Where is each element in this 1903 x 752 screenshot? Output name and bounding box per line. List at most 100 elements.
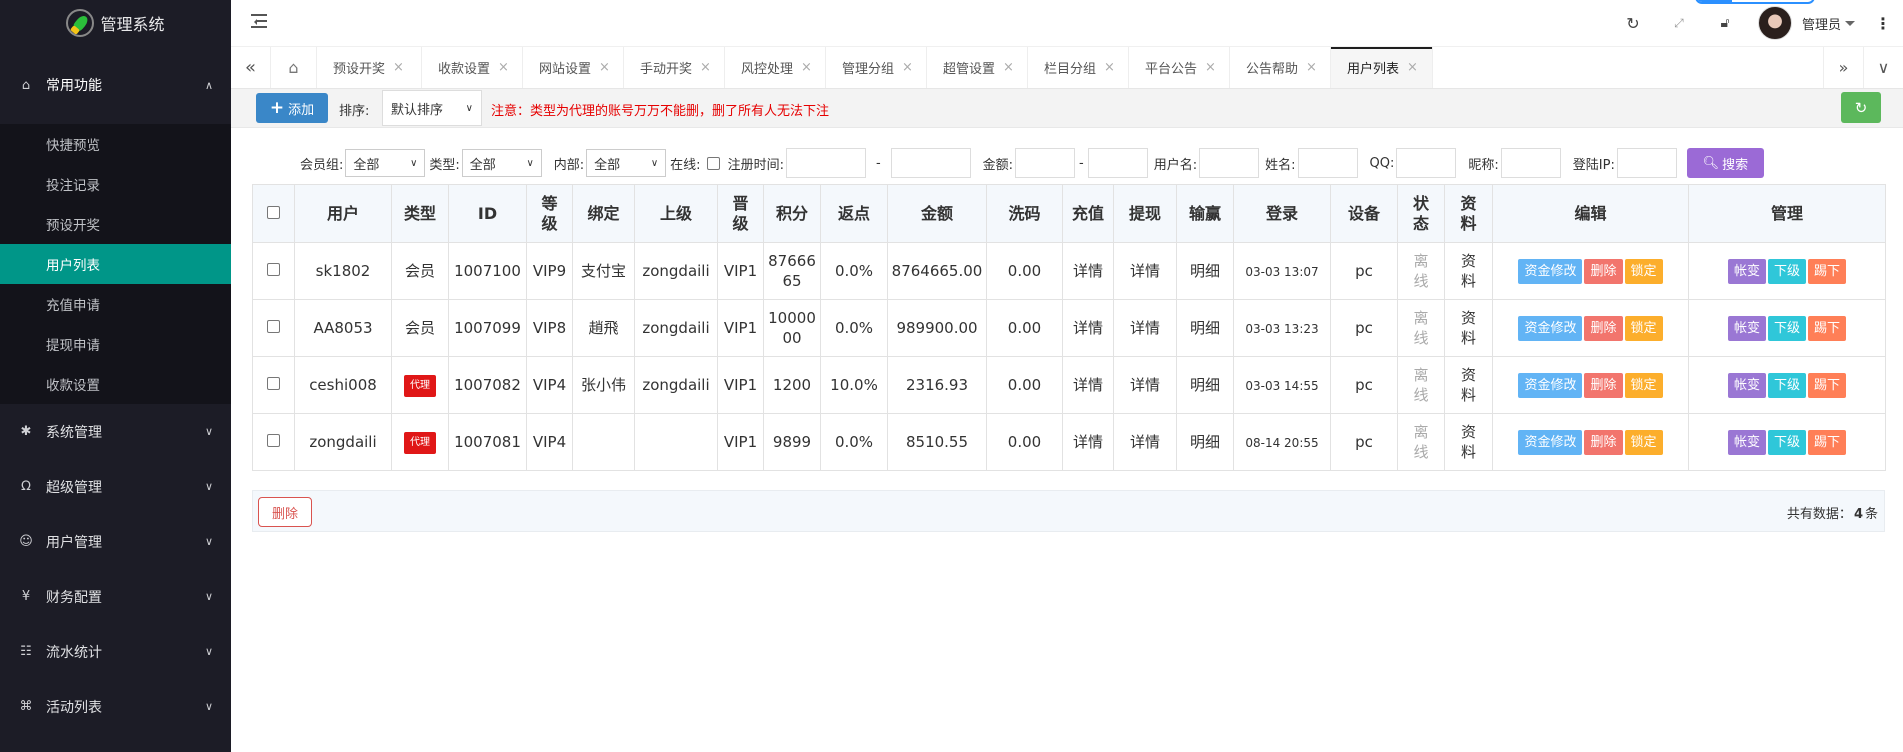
login-ip-input[interactable] — [1616, 148, 1677, 178]
tab[interactable]: 风控处理 × — [725, 47, 826, 88]
tab[interactable]: 管理分组 × — [826, 47, 927, 88]
withdraw-detail-link[interactable]: 详情 — [1130, 433, 1160, 451]
admin-avatar[interactable] — [1757, 6, 1792, 40]
lock-button[interactable]: 锁定 — [1624, 315, 1663, 341]
name-input[interactable] — [1297, 148, 1358, 178]
subordinates-button[interactable]: 下级 — [1767, 315, 1806, 341]
sidebar-item[interactable]: 投注记录 — [0, 164, 231, 204]
profile-link[interactable]: 资料 — [1461, 308, 1477, 348]
tab[interactable]: 手动开奖 × — [624, 47, 725, 88]
sort-select[interactable]: 默认排序 ∨ — [382, 90, 482, 126]
close-icon[interactable]: × — [1407, 60, 1418, 75]
refresh-button[interactable]: ↻ — [1841, 92, 1881, 123]
row-checkbox[interactable] — [267, 263, 280, 276]
sidebar-group-6[interactable]: ⌘ 活动列表 ∨ — [0, 679, 231, 734]
username[interactable]: AA8053 — [313, 319, 372, 337]
account-change-button[interactable]: 帐变 — [1727, 258, 1766, 284]
tab[interactable]: 栏目分组 × — [1028, 47, 1129, 88]
username[interactable]: ceshi008 — [309, 376, 377, 394]
profile-link[interactable]: 资料 — [1461, 365, 1477, 405]
recharge-detail-link[interactable]: 详情 — [1073, 433, 1103, 451]
delete-button[interactable]: 删除 — [1584, 315, 1623, 341]
winloss-detail-link[interactable]: 明细 — [1190, 319, 1220, 337]
sidebar-group-2[interactable]: Ω 超级管理 ∨ — [0, 459, 231, 514]
batch-delete-button[interactable]: 删除 — [258, 497, 312, 527]
recharge-detail-link[interactable]: 详情 — [1073, 376, 1103, 394]
fund-edit-button[interactable]: 资金修改 — [1518, 429, 1583, 455]
withdraw-detail-link[interactable]: 详情 — [1130, 262, 1160, 280]
tab[interactable]: 超管设置 × — [927, 47, 1028, 88]
sidebar-item[interactable]: 提现申请 — [0, 324, 231, 364]
tab[interactable]: 网站设置 × — [523, 47, 624, 88]
tabs-scroll-right-icon[interactable]: » — [1823, 47, 1863, 88]
sidebar-group-3[interactable]: ☺ 用户管理 ∨ — [0, 514, 231, 569]
row-checkbox[interactable] — [267, 434, 280, 447]
reg-time-end-input[interactable] — [890, 148, 971, 178]
account-change-button[interactable]: 帐变 — [1727, 315, 1766, 341]
winloss-detail-link[interactable]: 明细 — [1190, 262, 1220, 280]
username-input[interactable] — [1199, 148, 1260, 178]
refresh-icon[interactable]: ↻ — [1610, 14, 1656, 33]
select-all-checkbox[interactable] — [267, 205, 280, 219]
sidebar-group-0[interactable]: ⌂ 常用功能 ∧ — [0, 46, 231, 124]
subordinates-button[interactable]: 下级 — [1767, 258, 1806, 284]
sidebar-item[interactable]: 快捷预览 — [0, 124, 231, 164]
close-icon[interactable]: × — [599, 60, 610, 75]
sidebar-group-1[interactable]: ✱ 系统管理 ∨ — [0, 404, 231, 459]
recharge-detail-link[interactable]: 详情 — [1073, 262, 1103, 280]
reg-time-start-input[interactable] — [785, 148, 866, 178]
lock-button[interactable]: 锁定 — [1624, 258, 1663, 284]
amount-min-input[interactable] — [1015, 148, 1076, 178]
close-icon[interactable]: × — [498, 60, 509, 75]
account-change-button[interactable]: 帐变 — [1727, 372, 1766, 398]
recharge-detail-link[interactable]: 详情 — [1073, 319, 1103, 337]
fund-edit-button[interactable]: 资金修改 — [1518, 372, 1583, 398]
kick-button[interactable]: 踢下 — [1808, 258, 1847, 284]
close-icon[interactable]: × — [700, 60, 711, 75]
close-icon[interactable]: × — [1003, 60, 1014, 75]
withdraw-detail-link[interactable]: 详情 — [1130, 319, 1160, 337]
kick-button[interactable]: 踢下 — [1808, 429, 1847, 455]
close-icon[interactable]: × — [801, 60, 812, 75]
username[interactable]: sk1802 — [316, 262, 371, 280]
withdraw-detail-link[interactable]: 详情 — [1130, 376, 1160, 394]
more-options-icon[interactable]: ⋮ — [1873, 14, 1893, 33]
tab[interactable]: 用户列表 × — [1331, 47, 1433, 88]
sidebar-group-5[interactable]: ☷ 流水统计 ∨ — [0, 624, 231, 679]
home-tab-icon[interactable]: ⌂ — [271, 47, 317, 88]
fund-edit-button[interactable]: 资金修改 — [1518, 258, 1583, 284]
close-icon[interactable]: × — [393, 60, 404, 75]
admin-menu[interactable]: 管理员 — [1802, 14, 1855, 33]
amount-max-input[interactable] — [1087, 148, 1148, 178]
sidebar-item[interactable]: 用户列表 — [0, 244, 231, 284]
nickname-input[interactable] — [1500, 148, 1561, 178]
tabs-menu-chevron-down-icon[interactable]: ∨ — [1863, 47, 1903, 88]
lock-button[interactable]: 锁定 — [1624, 429, 1663, 455]
row-checkbox[interactable] — [267, 320, 280, 333]
tab[interactable]: 预设开奖 × — [317, 47, 422, 88]
profile-link[interactable]: 资料 — [1461, 251, 1477, 291]
online-checkbox[interactable] — [706, 156, 720, 170]
kick-button[interactable]: 踢下 — [1808, 315, 1847, 341]
tab[interactable]: 公告帮助 × — [1230, 47, 1331, 88]
close-icon[interactable]: × — [1205, 60, 1216, 75]
app-logo[interactable]: 管理系统 — [0, 0, 231, 46]
search-button[interactable]: 🔍︎ 搜索 — [1686, 148, 1764, 178]
fullscreen-icon[interactable]: ⤢ — [1656, 16, 1702, 31]
fund-edit-button[interactable]: 资金修改 — [1518, 315, 1583, 341]
collapse-sidebar-icon[interactable] — [251, 14, 267, 28]
close-icon[interactable]: × — [1104, 60, 1115, 75]
account-change-button[interactable]: 帐变 — [1727, 429, 1766, 455]
close-icon[interactable]: × — [902, 60, 913, 75]
tabs-scroll-left-icon[interactable]: « — [231, 47, 271, 88]
lock-button[interactable]: 锁定 — [1624, 372, 1663, 398]
sidebar-group-4[interactable]: ¥ 财务配置 ∨ — [0, 569, 231, 624]
kick-button[interactable]: 踢下 — [1808, 372, 1847, 398]
member-group-select[interactable]: 全部 ∨ — [345, 149, 426, 177]
delete-button[interactable]: 删除 — [1584, 429, 1623, 455]
tab[interactable]: 平台公告 × — [1129, 47, 1230, 88]
sidebar-item[interactable]: 收款设置 — [0, 364, 231, 404]
qq-input[interactable] — [1396, 148, 1457, 178]
username[interactable]: zongdaili — [309, 433, 376, 451]
close-icon[interactable]: × — [1306, 60, 1317, 75]
